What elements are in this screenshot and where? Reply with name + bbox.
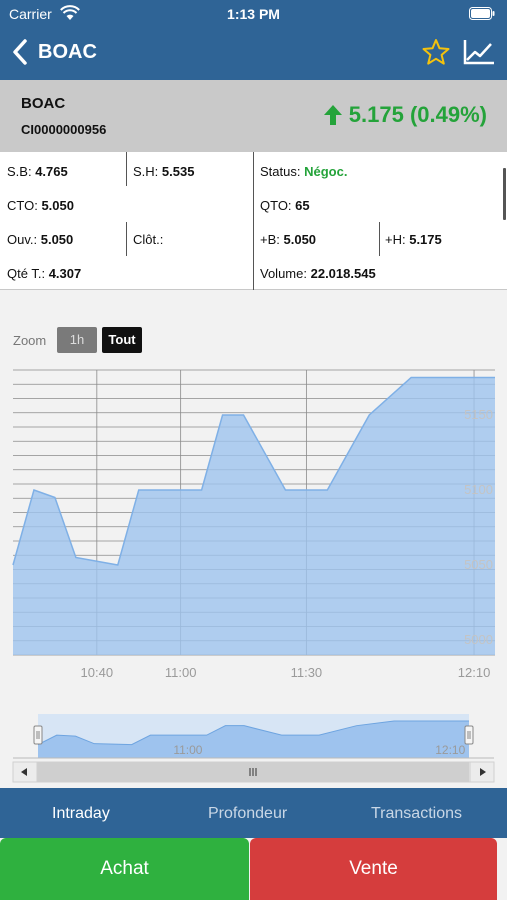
price-area <box>13 377 495 655</box>
market-info-grid: S.B: 4.765 S.H: 5.535 Status: Négoc. CTO… <box>0 152 507 290</box>
navigator-tick-label: 11:00 <box>173 743 202 757</box>
info-best-bid: +B: 5.050 <box>260 232 317 247</box>
tab-transactions[interactable]: Transactions <box>371 805 462 823</box>
info-volume: Volume: 22.018.545 <box>260 266 376 281</box>
clock: 1:13 PM <box>227 6 280 22</box>
navigator-tick-label: 12:10 <box>435 743 465 757</box>
y-tick-label: 5000 <box>464 632 493 647</box>
info-ouv: Ouv.: 5.050 <box>7 232 74 247</box>
info-sh: S.H: 5.535 <box>133 164 195 179</box>
info-best-high: +H: 5.175 <box>385 232 442 247</box>
x-tick-label: 12:10 <box>458 665 491 680</box>
buy-button[interactable]: Achat <box>0 838 249 900</box>
tab-bar: Intraday Profondeur Transactions <box>0 788 507 838</box>
navigator-right-handle[interactable] <box>464 725 474 745</box>
navigator-left-handle[interactable] <box>33 725 43 745</box>
x-tick-label: 11:30 <box>291 665 323 680</box>
chart-navigator[interactable]: 11:00 12:10 <box>0 708 507 788</box>
intraday-chart[interactable]: 5000 5050 5100 5150 10:40 11:00 11:30 12:10 <box>0 360 507 700</box>
price-change: 5.175 (0.49%) <box>323 102 487 128</box>
y-tick-label: 5100 <box>464 482 493 497</box>
arrow-up-icon <box>323 105 342 125</box>
price-change-value: 5.175 (0.49%) <box>348 102 487 127</box>
x-tick-label: 10:40 <box>81 665 114 680</box>
info-qto: QTO: 65 <box>260 198 310 213</box>
zoom-label: Zoom <box>13 333 47 348</box>
tab-intraday[interactable]: Intraday <box>52 805 110 823</box>
page-title: BOAC <box>38 41 97 63</box>
trend-chart-icon[interactable] <box>463 39 495 65</box>
info-sb: S.B: 4.765 <box>7 164 68 179</box>
quote-header: BOAC CI0000000956 5.175 (0.49%) <box>0 80 507 152</box>
x-tick-label: 11:00 <box>165 665 197 680</box>
info-scrollbar[interactable] <box>503 168 506 220</box>
status-bar: Carrier 1:13 PM <box>0 0 507 28</box>
sell-button[interactable]: Vente <box>250 838 497 900</box>
info-clot: Clôt.: <box>133 232 164 247</box>
tab-profondeur[interactable]: Profondeur <box>208 805 287 823</box>
stock-isin: CI0000000956 <box>21 122 107 137</box>
header: Carrier 1:13 PM BOAC <box>0 0 507 80</box>
y-tick-label: 5050 <box>464 557 493 572</box>
zoom-1h-button[interactable]: 1h <box>57 327 97 353</box>
star-icon[interactable] <box>422 38 450 66</box>
battery-icon <box>469 7 495 20</box>
info-status: Status: Négoc. <box>260 164 348 179</box>
y-tick-label: 5150 <box>464 407 493 422</box>
info-qte: Qté T.: 4.307 <box>7 266 82 281</box>
back-chevron-icon[interactable] <box>10 38 30 66</box>
zoom-all-button[interactable]: Tout <box>102 327 142 353</box>
stock-name: BOAC <box>21 95 66 112</box>
info-cto: CTO: 5.050 <box>7 198 74 213</box>
